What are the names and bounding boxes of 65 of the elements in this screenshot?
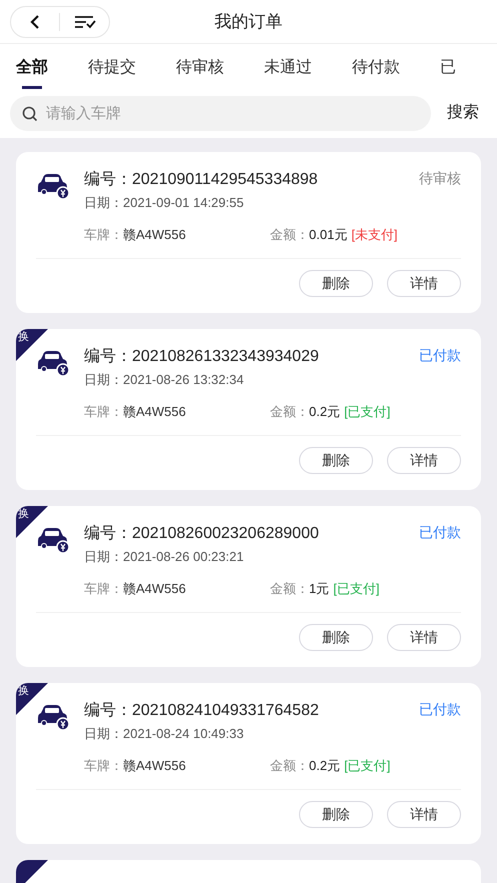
tab[interactable]: 已	[440, 44, 456, 92]
payment-status: [未支付]	[351, 226, 398, 242]
corner-ribbon	[16, 860, 48, 883]
tab[interactable]: 未通过	[264, 44, 312, 92]
plate-value: 赣A4W556	[123, 226, 186, 242]
details-button[interactable]: 详情	[387, 624, 461, 651]
amount-value: 0.01元	[309, 226, 348, 242]
car-icon	[36, 703, 70, 731]
car-icon	[36, 349, 70, 377]
plate-label: 车牌：	[84, 404, 123, 418]
details-button[interactable]: 详情	[387, 447, 461, 474]
order-number: 编号：202108241049331764582	[84, 700, 319, 721]
amount-label: 金额：	[270, 758, 309, 772]
amount-label: 金额：	[270, 580, 309, 596]
order-status: 已付款	[419, 346, 461, 365]
back-icon	[29, 14, 41, 30]
amount-label: 金额：	[270, 226, 309, 242]
payment-status: [已支付]	[344, 404, 390, 418]
order-number: 编号：202108261332343934029	[84, 346, 319, 367]
exchange-badge: 换	[16, 329, 48, 361]
search-button[interactable]: 搜索	[447, 101, 479, 125]
delete-button[interactable]: 删除	[299, 624, 373, 651]
tab-underline	[22, 86, 42, 89]
delete-button[interactable]: 删除	[299, 270, 373, 297]
plate-value: 赣A4W556	[123, 580, 186, 596]
order-date: 日期：2021-08-26 00:23:21	[84, 548, 245, 566]
plate-value: 赣A4W556	[123, 404, 186, 418]
amount-label: 金额：	[270, 404, 309, 418]
plate-label: 车牌：	[84, 580, 123, 596]
exchange-badge: 换	[16, 506, 48, 538]
car-icon	[36, 526, 70, 554]
details-button[interactable]: 详情	[387, 270, 461, 297]
amount-value: 0.2元	[309, 758, 340, 772]
list-check-icon	[74, 14, 96, 28]
delete-button[interactable]: 删除	[299, 801, 373, 828]
order-date: 日期：2021-08-26 13:32:34	[84, 371, 245, 389]
details-button[interactable]: 详情	[387, 801, 461, 828]
payment-status: [已支付]	[344, 758, 390, 772]
tab[interactable]: 全部	[16, 44, 48, 92]
payment-status: [已支付]	[333, 580, 380, 596]
car-icon	[36, 172, 70, 200]
order-card[interactable]: 编号：202109011429545334898 待审核 日期：2021-09-01 14:29:55 车牌：赣A4W556 金额：0.01元 [未支付] 删除 详情	[16, 152, 481, 313]
order-number: 编号：202108260023206289000	[84, 524, 319, 544]
page-title: 我的订单	[214, 10, 282, 33]
tab[interactable]: 待付款	[352, 44, 400, 92]
search-icon	[22, 106, 38, 122]
order-status: 已付款	[419, 700, 461, 719]
order-card[interactable]: 换 编号：202108261332343934029 已付款 日期：2021-08-26 13:32:34 车牌：赣A4W556 金额：0.2元 [已支付] 删除 详情	[16, 329, 481, 490]
plate-value: 赣A4W556	[123, 758, 186, 772]
plate-label: 车牌：	[84, 226, 123, 242]
plate-label: 车牌：	[84, 758, 123, 772]
delete-button[interactable]: 删除	[299, 447, 373, 474]
order-date: 日期：2021-08-24 10:49:33	[84, 725, 245, 743]
search-field[interactable]: 请输入车牌	[10, 96, 431, 130]
order-status: 待审核	[419, 169, 461, 188]
tab[interactable]: 待提交	[88, 44, 136, 92]
amount-value: 0.2元	[309, 404, 340, 418]
order-number: 编号：202109011429545334898	[84, 170, 318, 190]
order-date: 日期：2021-09-01 14:29:55	[84, 194, 245, 212]
amount-value: 1元	[309, 580, 330, 596]
tab[interactable]: 待审核	[176, 44, 224, 92]
order-status: 已付款	[419, 523, 461, 542]
order-card[interactable]: 换 编号：202108260023206289000 已付款 日期：2021-08-26 00:23:21 车牌：赣A4W556 金额：1元 [已支付] 删除 详情	[16, 506, 481, 667]
order-card[interactable]: 换 编号：202108241049331764582 已付款 日期：2021-08-24 10:49:33 车牌：赣A4W556 金额：0.2元 [已支付] 删除 详情	[16, 683, 481, 844]
exchange-badge: 换	[16, 683, 48, 715]
